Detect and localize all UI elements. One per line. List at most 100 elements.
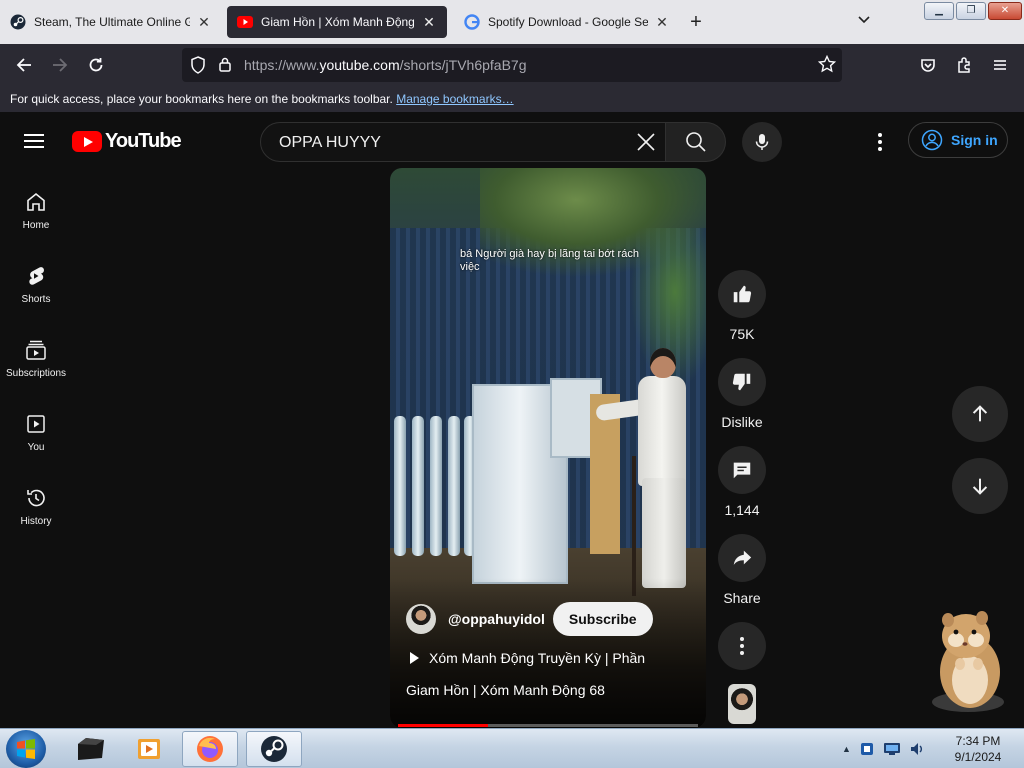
shorts-icon	[29, 267, 44, 285]
tab-youtube[interactable]: Giam Hồn | Xóm Manh Động 68 ✕	[227, 6, 447, 38]
windows-logo-icon	[17, 739, 35, 759]
url-text[interactable]: https://www.youtube.com/shorts/jTVh6pfaB…	[244, 57, 527, 73]
dislike-action: Dislike	[718, 358, 766, 430]
youtube-header: YouTube OPPA HUYYY Sign in	[0, 112, 1024, 168]
guide-menu-icon[interactable]	[24, 130, 48, 150]
tab-close-icon[interactable]: ✕	[654, 14, 670, 31]
tracking-protection-shield-icon[interactable]	[190, 56, 206, 79]
window-close-button[interactable]: ✕	[988, 2, 1022, 20]
taskbar-app-dark-box[interactable]	[62, 731, 118, 767]
voice-search-button[interactable]	[742, 122, 782, 162]
subscriptions-icon	[26, 340, 46, 360]
new-tab-button[interactable]: +	[684, 10, 708, 34]
app-menu-icon[interactable]	[986, 52, 1014, 78]
sidebar-label: You	[27, 442, 45, 453]
share-action: Share	[718, 534, 766, 606]
sound-avatar[interactable]	[728, 684, 756, 724]
steam-favicon-icon	[10, 14, 26, 30]
url-prefix: https://www.	[244, 57, 320, 73]
network-icon[interactable]	[883, 741, 901, 757]
account-icon	[921, 129, 943, 151]
video-progress-bar[interactable]	[398, 724, 698, 727]
tray-app-icon[interactable]	[859, 741, 875, 757]
manage-bookmarks-link[interactable]: Manage bookmarks…	[396, 92, 513, 106]
like-button[interactable]	[718, 270, 766, 318]
video-title[interactable]: Giam Hồn | Xóm Manh Động 68	[406, 682, 605, 698]
reload-button[interactable]	[82, 52, 110, 78]
settings-more-icon[interactable]	[870, 130, 890, 154]
share-arrow-icon	[733, 550, 752, 565]
list-all-tabs-chevron-icon[interactable]	[852, 10, 876, 34]
microphone-icon	[755, 134, 769, 150]
bookmark-star-icon[interactable]	[817, 54, 837, 78]
search-input[interactable]: OPPA HUYYY	[260, 122, 666, 162]
video-pipes	[390, 416, 480, 556]
youtube-favicon-icon	[237, 14, 253, 30]
clock-time: 7:34 PM	[955, 734, 1001, 748]
sidebar-label: Subscriptions	[5, 368, 67, 379]
firefox-icon	[197, 736, 223, 762]
media-player-icon	[138, 739, 160, 759]
windows-taskbar: ▲ 7:34 PM 9/1/2024	[0, 728, 1024, 768]
video-progress-fill	[398, 724, 488, 727]
sidebar-item-history[interactable]: History	[0, 486, 72, 546]
sidebar-label: Shorts	[21, 294, 51, 305]
taskbar-app-media-player[interactable]	[122, 731, 178, 767]
history-icon	[27, 489, 45, 507]
restore-button[interactable]: ❐	[956, 2, 986, 20]
shorts-video-player[interactable]: bá Người già hay bị lãng tai bớt rách vi…	[390, 168, 706, 728]
dislike-button[interactable]	[718, 358, 766, 406]
taskbar-clock[interactable]: 7:34 PM 9/1/2024	[946, 733, 1010, 765]
dislike-label: Dislike	[721, 414, 763, 430]
forward-button[interactable]	[46, 52, 74, 78]
previous-video-button[interactable]	[952, 386, 1008, 442]
taskbar-app-steam[interactable]	[246, 731, 302, 767]
taskbar-app-firefox[interactable]	[182, 731, 238, 767]
bookmarks-toolbar: For quick access, place your bookmarks h…	[0, 86, 1024, 112]
sidebar-item-subscriptions[interactable]: Subscriptions	[0, 338, 72, 398]
tab-label: Spotify Download - Google Search	[488, 15, 648, 29]
subscribe-button[interactable]: Subscribe	[552, 602, 653, 636]
clear-search-icon[interactable]	[635, 131, 657, 153]
start-button[interactable]	[6, 730, 46, 768]
pocket-icon[interactable]	[914, 52, 942, 78]
youtube-play-logo-icon	[72, 131, 102, 152]
next-video-button[interactable]	[952, 458, 1008, 514]
playlist-link[interactable]: Xóm Manh Động Truyền Kỳ | Phần	[410, 650, 645, 666]
more-action	[718, 622, 766, 678]
youtube-logo[interactable]: YouTube	[72, 130, 182, 153]
channel-avatar[interactable]	[406, 604, 436, 634]
sidebar-item-home[interactable]: Home	[0, 190, 72, 250]
you-icon	[27, 415, 45, 433]
tab-steam[interactable]: Steam, The Ultimate Online Game Platform…	[0, 6, 222, 38]
url-host: youtube.com	[319, 57, 400, 73]
sidebar-item-shorts[interactable]: Shorts	[0, 264, 72, 324]
extensions-icon[interactable]	[950, 52, 978, 78]
like-action: 75K	[718, 270, 766, 342]
lock-icon[interactable]	[218, 56, 232, 77]
screen: Steam, The Ultimate Online Game Platform…	[0, 0, 1024, 768]
video-subtitle: bá Người già hay bị lãng tai bớt rách vi…	[460, 248, 639, 273]
clock-date: 9/1/2024	[954, 750, 1002, 764]
volume-icon[interactable]	[909, 741, 925, 757]
comments-button[interactable]	[718, 446, 766, 494]
tab-close-icon[interactable]: ✕	[421, 14, 437, 31]
sidebar-label: Home	[22, 220, 50, 231]
channel-handle[interactable]: @oppahuyidol	[448, 611, 545, 627]
minimize-button[interactable]: ▁	[924, 2, 954, 20]
video-old-man-figure	[595, 348, 696, 608]
share-button[interactable]	[718, 534, 766, 582]
play-icon	[410, 652, 419, 664]
tab-close-icon[interactable]: ✕	[196, 14, 212, 31]
sign-in-label: Sign in	[951, 132, 998, 148]
hamster-desktop-sticker	[926, 606, 1010, 716]
search-button[interactable]	[666, 122, 726, 162]
back-button[interactable]	[10, 52, 38, 78]
more-options-button[interactable]	[718, 622, 766, 670]
arrow-down-icon	[972, 478, 988, 495]
show-hidden-icons-icon[interactable]: ▲	[842, 744, 851, 754]
sidebar-item-you[interactable]: You	[0, 412, 72, 472]
address-bar[interactable]: https://www.youtube.com/shorts/jTVh6pfaB…	[182, 48, 842, 82]
tab-google[interactable]: Spotify Download - Google Search ✕	[454, 6, 680, 38]
sign-in-button[interactable]: Sign in	[908, 122, 1008, 158]
